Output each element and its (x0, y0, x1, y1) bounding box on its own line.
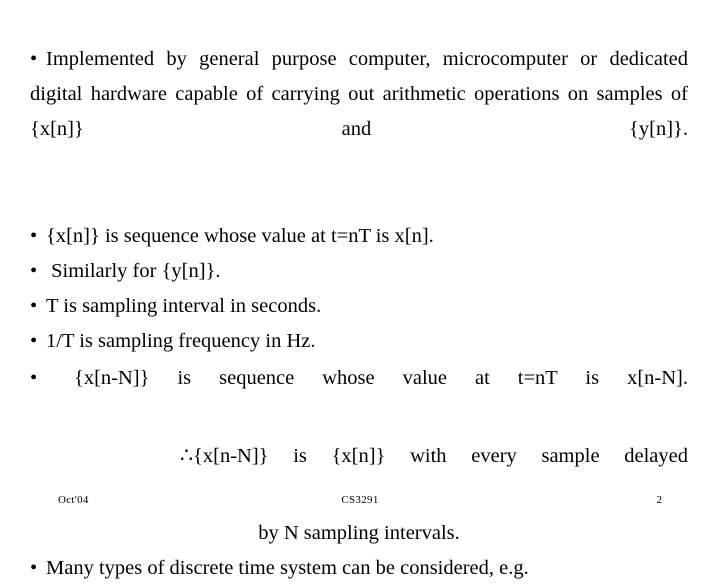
bullet-item-sampling-interval: • T is sampling interval in seconds. (30, 289, 688, 324)
centered-continuation-text: by N sampling intervals. (258, 522, 460, 544)
bullet-marker-icon: • (30, 330, 38, 352)
bullet-marker-icon: • (30, 367, 38, 389)
bullet-item-similarly-yn: • Similarly for {y[n]}. (30, 254, 688, 289)
bullet-marker-icon: • (30, 225, 38, 247)
bullet-paragraph-implemented: • Implemented by general purpose computer… (30, 42, 688, 182)
bullet-paragraph-xn-delayed: • {x[n-N]} is sequence whose value at t=… (30, 359, 688, 437)
bullet-item-many-types-text: Many types of discrete time system can b… (46, 557, 529, 579)
bullet-item-xn-sequence-text: {x[n]} is sequence whose value at t=nT i… (46, 225, 434, 247)
bullet-marker-icon: • (30, 260, 38, 282)
footer-course-code: CS3291 (341, 494, 379, 506)
bullet-item-xn-sequence: • {x[n]} is sequence whose value at t=nT … (30, 219, 688, 254)
slide-footer: Oct'04 CS3291 2 (0, 494, 720, 516)
bullet-item-similarly-yn-text: Similarly for {y[n]}. (46, 260, 221, 282)
bullet-marker-icon: • (30, 557, 38, 579)
slide-canvas: • Implemented by general purpose computer… (0, 0, 720, 579)
bullet-item-sampling-frequency-text: 1/T is sampling frequency in Hz. (46, 330, 316, 352)
centered-continuation-line: by N sampling intervals. (30, 515, 688, 551)
bullet-paragraph-xn-delayed-text: {x[n-N]} is sequence whose value at t=nT… (46, 367, 688, 389)
bullet-marker-icon: • (30, 295, 38, 317)
therefore-statement-text: ∴{x[n-N]} is {x[n]} with every sample de… (180, 445, 688, 467)
bullet-item-many-types: • Many types of discrete time system can … (30, 551, 688, 586)
bullet-item-sampling-frequency: • 1/T is sampling frequency in Hz. (30, 324, 688, 359)
footer-page-number: 2 (656, 494, 663, 506)
bullet-marker-icon: • (30, 48, 38, 70)
bullet-paragraph-implemented-text: Implemented by general purpose computer,… (30, 48, 688, 140)
bullet-item-sampling-interval-text: T is sampling interval in seconds. (46, 295, 322, 317)
